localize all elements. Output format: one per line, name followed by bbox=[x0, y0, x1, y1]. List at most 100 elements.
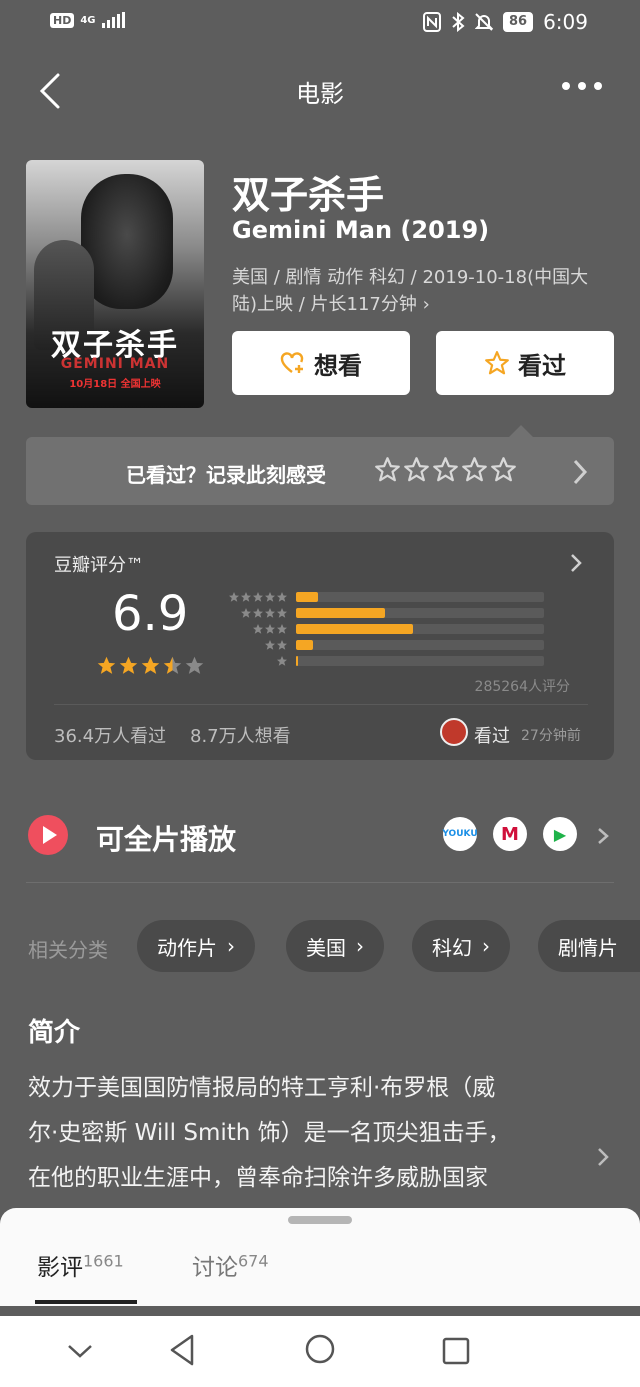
divider bbox=[26, 882, 614, 883]
intro-line: 在他的职业生涯中，曾奉命扫除许多威胁国家 bbox=[28, 1165, 488, 1191]
star-icon bbox=[265, 624, 275, 634]
youku-icon[interactable]: YOUKU bbox=[442, 817, 478, 851]
hd-badge: HD bbox=[50, 12, 75, 28]
tag-label: 美国 bbox=[306, 935, 346, 960]
intro-line: 效力于美国国防情报局的特工亨利·布罗根（威 bbox=[28, 1075, 496, 1101]
star-icon bbox=[265, 640, 275, 650]
movie-meta[interactable]: 美国 / 剧情 动作 科幻 / 2019-10-18(中国大 陆)上映 / 片长… bbox=[232, 264, 612, 318]
sheet-drag-handle[interactable] bbox=[288, 1216, 352, 1224]
tab-count: 1661 bbox=[83, 1251, 124, 1271]
poster-date: 10月18日 全国上映 bbox=[69, 379, 161, 390]
mgtv-icon[interactable]: M bbox=[493, 817, 527, 851]
chevron-right-icon[interactable] bbox=[596, 826, 610, 846]
star-filled-icon bbox=[97, 656, 116, 674]
star-icon bbox=[241, 608, 251, 618]
watched-count[interactable]: 36.4万人看过 bbox=[54, 722, 166, 748]
movie-meta-line1: 美国 / 剧情 动作 科幻 / 2019-10-18(中国大 bbox=[232, 267, 589, 288]
poster-title-en: GEMINI MAN bbox=[60, 356, 170, 372]
star-outline-icon bbox=[404, 457, 429, 482]
friend-status: 看过 bbox=[474, 726, 510, 747]
histogram-track bbox=[296, 608, 544, 618]
movie-poster[interactable]: 双子杀手 GEMINI MAN 10月18日 全国上映 bbox=[26, 160, 204, 408]
movie-subtitle: Gemini Man (2019) bbox=[232, 216, 490, 244]
play-label[interactable]: 可全片播放 bbox=[96, 818, 236, 858]
tag-label: 动作片 bbox=[157, 935, 217, 960]
chevron-right-icon[interactable] bbox=[568, 552, 584, 574]
divider bbox=[54, 704, 588, 705]
histogram-row bbox=[222, 623, 544, 635]
want-button[interactable]: 想看 bbox=[232, 331, 410, 395]
star-icon bbox=[253, 592, 263, 602]
seen-label: 看过 bbox=[518, 351, 566, 380]
tag-label: 剧情片 bbox=[558, 935, 618, 960]
tag-chip[interactable]: 科幻 › bbox=[412, 920, 510, 972]
status-bar: HD 4G 86 6:09 bbox=[0, 0, 640, 48]
chevron-down-icon[interactable] bbox=[66, 1342, 94, 1360]
nav-back-icon[interactable] bbox=[168, 1333, 196, 1367]
histogram-bar bbox=[296, 624, 413, 634]
histogram-bar bbox=[296, 608, 386, 618]
nav-recents-icon[interactable] bbox=[442, 1337, 470, 1365]
tab-indicator bbox=[35, 1300, 137, 1304]
star-outline-icon bbox=[485, 351, 509, 375]
nav-home-icon[interactable] bbox=[304, 1333, 336, 1365]
histogram-star-label bbox=[222, 623, 288, 635]
bluetooth-icon bbox=[452, 12, 465, 32]
star-icon bbox=[277, 640, 287, 650]
network-label: 4G bbox=[80, 14, 96, 26]
star-icon bbox=[241, 592, 251, 602]
chevron-right-icon[interactable] bbox=[596, 1146, 610, 1168]
chevron-right-icon: › bbox=[227, 934, 235, 958]
status-right: 86 6:09 bbox=[422, 10, 588, 34]
tag-chip[interactable]: 动作片 › bbox=[137, 920, 255, 972]
histogram-bar bbox=[296, 640, 314, 650]
star-icon bbox=[277, 624, 287, 634]
star-half-icon bbox=[163, 656, 182, 674]
rating-label: 豆瓣评分™ bbox=[54, 555, 144, 576]
star-icon bbox=[265, 592, 275, 602]
tag-chip[interactable]: 美国 › bbox=[286, 920, 384, 972]
intro-text[interactable]: 效力于美国国防情报局的特工亨利·布罗根（威 尔·史密斯 Will Smith 饰… bbox=[28, 1066, 588, 1201]
star-icon bbox=[277, 656, 287, 666]
histogram-track bbox=[296, 624, 544, 634]
friend-time: 27分钟前 bbox=[521, 728, 581, 744]
histogram-row bbox=[222, 607, 544, 619]
feel-bar-stars[interactable] bbox=[374, 456, 517, 483]
want-count[interactable]: 8.7万人想看 bbox=[190, 722, 291, 748]
nfc-icon bbox=[422, 12, 441, 32]
histogram-track bbox=[296, 656, 544, 666]
play-icon[interactable] bbox=[28, 815, 68, 855]
rating-score: 6.9 bbox=[112, 586, 189, 642]
intro-title: 简介 bbox=[28, 1018, 81, 1048]
signal-icon bbox=[101, 12, 125, 28]
intro-line: 尔·史密斯 Will Smith 饰）是一名顶尖狙击手， bbox=[28, 1120, 511, 1146]
tag-label: 科幻 bbox=[432, 935, 472, 960]
histogram-star-label bbox=[222, 655, 288, 667]
histogram-star-label bbox=[222, 639, 288, 651]
want-label: 想看 bbox=[314, 351, 362, 380]
avatar[interactable] bbox=[440, 718, 468, 746]
seen-button[interactable]: 看过 bbox=[436, 331, 614, 395]
histogram-row bbox=[222, 639, 544, 651]
more-icon[interactable] bbox=[562, 82, 602, 90]
rating-count: 285264人评分 bbox=[474, 679, 570, 695]
histogram-row bbox=[222, 655, 544, 667]
score-stars bbox=[96, 655, 205, 676]
histogram-bar bbox=[296, 592, 319, 602]
star-outline-icon bbox=[433, 457, 458, 482]
star-outline-icon bbox=[491, 457, 516, 482]
star-icon bbox=[277, 592, 287, 602]
page-title: 电影 bbox=[296, 80, 344, 108]
histogram-star-label bbox=[222, 591, 288, 603]
clock: 6:09 bbox=[543, 10, 588, 34]
histogram-row bbox=[222, 591, 544, 603]
tab-reviews[interactable]: 影评1661 bbox=[37, 1248, 124, 1282]
tag-chip[interactable]: 剧情片 bbox=[538, 920, 640, 972]
poster-face bbox=[81, 174, 173, 309]
tab-discussions[interactable]: 讨论674 bbox=[192, 1248, 269, 1282]
star-outline-icon bbox=[375, 457, 400, 482]
chevron-right-icon[interactable] bbox=[570, 458, 590, 486]
star-outline-icon bbox=[462, 457, 487, 482]
star-icon bbox=[253, 624, 263, 634]
tencent-video-icon[interactable]: ▶ bbox=[543, 817, 577, 851]
